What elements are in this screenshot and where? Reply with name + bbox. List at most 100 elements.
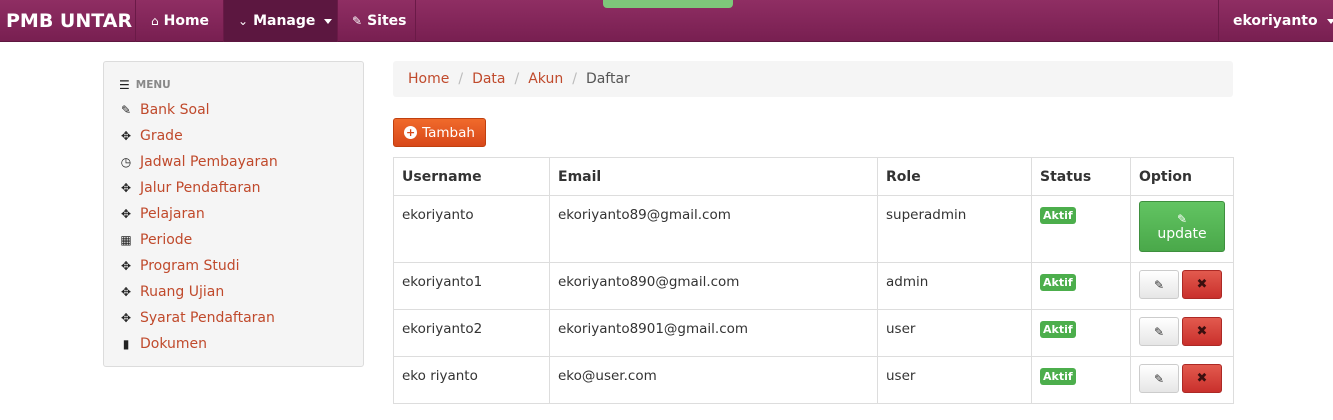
table-row: eko riyanto eko@user.com user Aktif ✎ ✖ xyxy=(393,356,1234,404)
sidebar-item-label: Periode xyxy=(140,232,193,248)
move-icon: ✥ xyxy=(120,311,132,325)
delete-button[interactable]: ✖ xyxy=(1182,364,1222,393)
column-header-status: Status xyxy=(1031,157,1131,196)
cell-option: ✎ ✖ xyxy=(1130,262,1234,310)
status-badge: Aktif xyxy=(1040,274,1076,291)
nav-home-label: Home xyxy=(163,13,210,29)
cell-status: Aktif xyxy=(1031,309,1131,357)
sidebar-item-ruang-ujian[interactable]: ✥ Ruang Ujian xyxy=(119,279,348,305)
caret-icon xyxy=(1326,18,1333,24)
tambah-button[interactable]: + Tambah xyxy=(393,118,486,147)
move-icon: ✥ xyxy=(120,129,132,143)
update-label: update xyxy=(1157,225,1207,242)
edit-button[interactable]: ✎ xyxy=(1139,317,1179,346)
clock-icon: ◷ xyxy=(120,155,132,169)
cell-email: eko@user.com xyxy=(549,356,878,404)
nav-sites[interactable]: ✎ Sites xyxy=(338,0,416,42)
top-indicator-tab xyxy=(603,0,733,8)
cell-username: eko riyanto xyxy=(393,356,550,404)
pencil-icon: ✎ xyxy=(120,103,132,117)
move-icon: ✥ xyxy=(120,259,132,273)
user-menu[interactable]: ekoriyanto xyxy=(1218,0,1333,42)
column-header-email: Email xyxy=(549,157,878,196)
breadcrumb-akun[interactable]: Akun xyxy=(528,71,563,87)
sidebar-item-label: Grade xyxy=(140,128,183,144)
calendar-icon: ▦ xyxy=(120,233,132,247)
cell-email: ekoriyanto890@gmail.com xyxy=(549,262,878,310)
breadcrumb: Home / Data / Akun / Daftar xyxy=(393,61,1233,97)
nav-manage[interactable]: ⌄ Manage xyxy=(224,0,338,42)
status-badge: Aktif xyxy=(1040,321,1076,338)
brand-title[interactable]: PMB UNTAR xyxy=(0,0,136,42)
edit-icon: ✎ xyxy=(1153,277,1165,292)
sidebar-item-grade[interactable]: ✥ Grade xyxy=(119,123,348,149)
sidebar-item-bank-soal[interactable]: ✎ Bank Soal xyxy=(119,97,348,123)
cell-role: user xyxy=(877,309,1032,357)
column-header-option: Option xyxy=(1130,157,1234,196)
cell-status: Aktif xyxy=(1031,262,1131,310)
cell-username: ekoriyanto1 xyxy=(393,262,550,310)
sidebar-item-jalur-pendaftaran[interactable]: ✥ Jalur Pendaftaran xyxy=(119,175,348,201)
update-button[interactable]: ✎ update xyxy=(1139,201,1225,252)
nav-manage-label: Manage xyxy=(253,13,316,29)
table-row: ekoriyanto ekoriyanto89@gmail.com supera… xyxy=(393,195,1234,263)
column-header-username: Username xyxy=(393,157,550,196)
delete-button[interactable]: ✖ xyxy=(1182,317,1222,346)
cell-role: superadmin xyxy=(877,195,1032,263)
sidebar-item-label: Program Studi xyxy=(140,258,240,274)
nav-sites-label: Sites xyxy=(367,13,407,29)
table-row: ekoriyanto1 ekoriyanto890@gmail.com admi… xyxy=(393,262,1234,310)
cell-email: ekoriyanto89@gmail.com xyxy=(549,195,878,263)
list-icon: ☰ xyxy=(119,78,130,92)
breadcrumb-home[interactable]: Home xyxy=(408,71,449,87)
edit-icon: ✎ xyxy=(1153,371,1165,386)
breadcrumb-separator: / xyxy=(458,71,464,87)
menu-header: ☰ MENU xyxy=(119,76,348,94)
sidebar-item-pelajaran[interactable]: ✥ Pelajaran xyxy=(119,201,348,227)
edit-icon: ✎ xyxy=(1153,324,1165,339)
close-icon: ✖ xyxy=(1196,277,1208,292)
cell-status: Aktif xyxy=(1031,195,1131,263)
home-icon: ⌂ xyxy=(151,14,159,28)
cell-username: ekoriyanto xyxy=(393,195,550,263)
edit-button[interactable]: ✎ xyxy=(1139,364,1179,393)
breadcrumb-data[interactable]: Data xyxy=(472,71,505,87)
sidebar-menu: ☰ MENU ✎ Bank Soal ✥ Grade ◷ Jadwal Pemb… xyxy=(103,61,364,367)
sidebar-item-label: Dokumen xyxy=(140,336,208,352)
tambah-label: Tambah xyxy=(422,124,475,141)
book-icon: ▮ xyxy=(122,337,130,351)
close-icon: ✖ xyxy=(1196,324,1208,339)
cell-role: user xyxy=(877,356,1032,404)
edit-button[interactable]: ✎ xyxy=(1139,270,1179,299)
status-badge: Aktif xyxy=(1040,207,1076,224)
pencil-icon: ✎ xyxy=(352,14,363,28)
breadcrumb-separator: / xyxy=(572,71,577,87)
sidebar-item-periode[interactable]: ▦ Periode xyxy=(119,227,348,253)
breadcrumb-separator: / xyxy=(514,71,520,87)
sidebar-item-label: Jadwal Pembayaran xyxy=(140,154,278,170)
cell-username: ekoriyanto2 xyxy=(393,309,550,357)
sidebar-item-syarat-pendaftaran[interactable]: ✥ Syarat Pendaftaran xyxy=(119,305,348,331)
accounts-table: Username Email Role Status Option ekoriy… xyxy=(393,157,1234,404)
column-header-role: Role xyxy=(877,157,1032,196)
top-navbar: PMB UNTAR ⌂ Home ⌄ Manage ✎ Sites ekoriy… xyxy=(0,0,1333,42)
breadcrumb-current: Daftar xyxy=(585,71,630,87)
cell-option: ✎ ✖ xyxy=(1130,309,1234,357)
caret-icon xyxy=(324,18,333,24)
nav-home[interactable]: ⌂ Home xyxy=(137,0,224,42)
sidebar-item-program-studi[interactable]: ✥ Program Studi xyxy=(119,253,348,279)
sidebar-item-label: Jalur Pendaftaran xyxy=(140,180,261,196)
chevron-down-icon: ⌄ xyxy=(238,14,249,28)
plus-circle-icon: + xyxy=(404,126,418,139)
sidebar-item-jadwal-pembayaran[interactable]: ◷ Jadwal Pembayaran xyxy=(119,149,348,175)
move-icon: ✥ xyxy=(120,207,132,221)
cell-option: ✎ ✖ xyxy=(1130,356,1234,404)
status-badge: Aktif xyxy=(1040,368,1076,385)
delete-button[interactable]: ✖ xyxy=(1182,270,1222,299)
sidebar-item-dokumen[interactable]: ▮ Dokumen xyxy=(119,331,348,357)
cell-status: Aktif xyxy=(1031,356,1131,404)
move-icon: ✥ xyxy=(120,181,132,195)
sidebar-item-label: Ruang Ujian xyxy=(140,284,225,300)
cell-email: ekoriyanto8901@gmail.com xyxy=(549,309,878,357)
sidebar-item-label: Bank Soal xyxy=(140,102,210,118)
